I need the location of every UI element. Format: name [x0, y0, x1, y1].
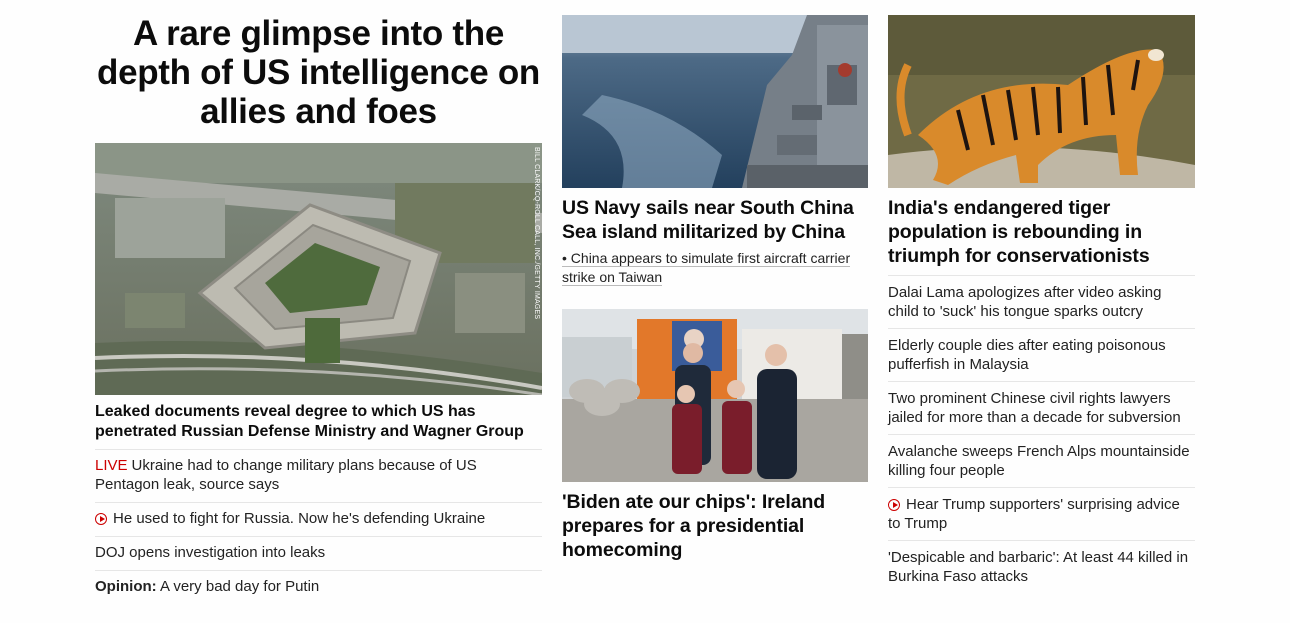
list-item-text: Dalai Lama apologizes after video asking…: [888, 284, 1162, 320]
lead-headline[interactable]: A rare glimpse into the depth of US inte…: [95, 14, 542, 131]
list-item[interactable]: DOJ opens investigation into leaks: [95, 536, 542, 570]
list-item-text: A very bad day for Putin: [160, 578, 320, 595]
list-item-text: He used to fight for Russia. Now he's de…: [113, 510, 486, 527]
ireland-family-photo: [562, 309, 868, 482]
list-item[interactable]: Hear Trump supporters' surprising advice…: [888, 487, 1195, 540]
list-item-text: Hear Trump supporters' surprising advice…: [888, 496, 1180, 532]
list-item[interactable]: Two prominent Chinese civil rights lawye…: [888, 381, 1195, 434]
live-badge: LIVE: [95, 457, 128, 474]
list-item-text: Ukraine had to change military plans bec…: [95, 457, 477, 493]
list-item[interactable]: Opinion: A very bad day for Putin: [95, 570, 542, 604]
pentagon-aerial-photo: [95, 143, 542, 395]
list-item-text: 'Despicable and barbaric': At least 44 k…: [888, 549, 1189, 585]
list-item-text: DOJ opens investigation into leaks: [95, 544, 326, 561]
list-item-text: Avalanche sweeps French Alps mountainsid…: [888, 443, 1190, 479]
list-item-text: Two prominent Chinese civil rights lawye…: [888, 390, 1181, 426]
list-item[interactable]: He used to fight for Russia. Now he's de…: [95, 502, 542, 536]
ireland-image[interactable]: [562, 309, 868, 482]
right-column: India's endangered tiger population is r…: [888, 0, 1195, 593]
tiger-story-title[interactable]: India's endangered tiger population is r…: [888, 196, 1195, 268]
play-icon: [95, 513, 107, 525]
tiger-image[interactable]: [888, 15, 1195, 188]
list-item-text: Elderly couple dies after eating poisono…: [888, 337, 1166, 373]
related-links-list: LIVE Ukraine had to change military plans…: [95, 449, 542, 604]
navy-story-title[interactable]: US Navy sails near South China Sea islan…: [562, 196, 868, 244]
opinion-label: Opinion:: [95, 578, 157, 595]
tiger-photo: [888, 15, 1195, 188]
list-item[interactable]: 'Despicable and barbaric': At least 44 k…: [888, 540, 1195, 593]
ireland-story-title[interactable]: 'Biden ate our chips': Ireland prepares …: [562, 490, 868, 562]
list-item[interactable]: Avalanche sweeps French Alps mountainsid…: [888, 434, 1195, 487]
related-link-text: • China appears to simulate first aircra…: [562, 250, 851, 286]
lead-story-title[interactable]: Leaked documents reveal degree to which …: [95, 402, 542, 442]
list-item[interactable]: Elderly couple dies after eating poisono…: [888, 328, 1195, 381]
headlines-list: Dalai Lama apologizes after video asking…: [888, 275, 1195, 593]
middle-column: US Navy sails near South China Sea islan…: [562, 0, 868, 562]
image-credit: BILL CLARK/CQ-ROLL CALL, INC./GETTY IMAG…: [533, 147, 540, 320]
related-link[interactable]: • China appears to simulate first aircra…: [562, 249, 868, 287]
list-item[interactable]: LIVE Ukraine had to change military plans…: [95, 449, 542, 502]
play-icon: [888, 499, 900, 511]
lead-story-column: A rare glimpse into the depth of US inte…: [95, 0, 542, 604]
navy-ship-photo: [562, 15, 868, 188]
pentagon-image[interactable]: BILL CLARK/CQ-ROLL CALL, INC./GETTY IMAG…: [95, 143, 542, 395]
list-item[interactable]: Dalai Lama apologizes after video asking…: [888, 275, 1195, 328]
navy-ship-image[interactable]: [562, 15, 868, 188]
